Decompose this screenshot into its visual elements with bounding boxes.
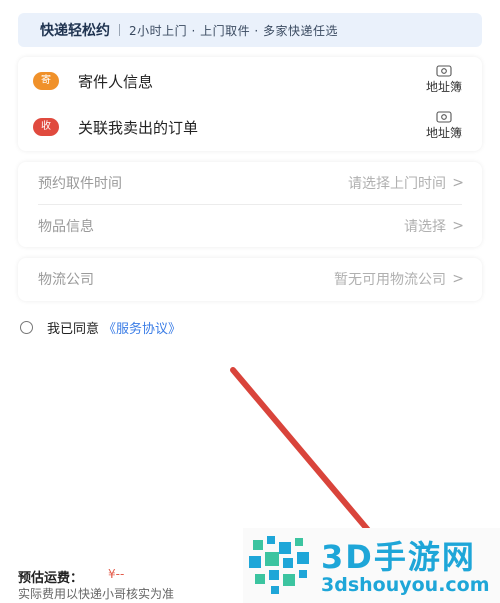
watermark-logo-icon	[249, 536, 309, 594]
annotation-arrow	[230, 367, 371, 533]
watermark-url: 3dshouyou.com	[321, 574, 490, 596]
fee-note: 实际费用以快递小哥核实为准	[18, 587, 175, 601]
watermark-title: 3D手游网	[321, 538, 476, 576]
estimated-fee-label: 预估运费：	[18, 571, 84, 586]
estimated-fee-value: ¥--	[108, 567, 125, 581]
site-watermark: 3D手游网 3dshouyou.com	[243, 528, 500, 603]
